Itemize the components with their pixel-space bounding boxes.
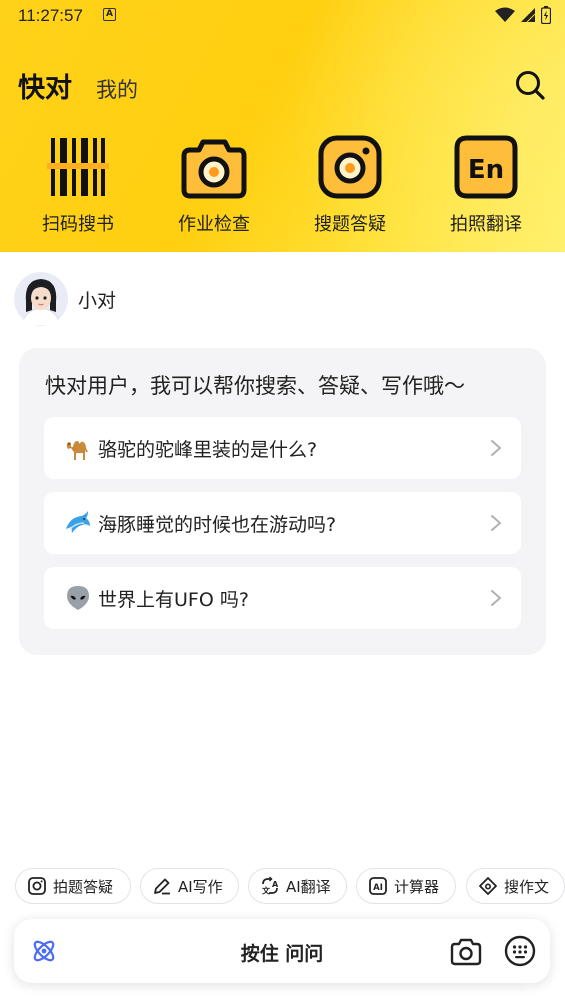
chip-ai-translate[interactable]: 文A AI翻译 — [248, 868, 347, 904]
chevron-right-icon — [491, 590, 501, 606]
chip-photo-question[interactable]: 拍题答疑 — [15, 868, 131, 904]
page-title[interactable]: 快对 — [18, 66, 72, 105]
chip-search-essay[interactable]: 搜作文 — [466, 868, 565, 904]
avatar[interactable] — [14, 272, 68, 326]
suggested-question[interactable]: 海豚睡觉的时候也在游动吗? — [44, 492, 521, 554]
suggestion-card: 快对用户，我可以帮你搜索、答疑、写作哦～ 骆驼的驼峰里装的是什么? 海豚睡觉的时… — [19, 348, 546, 655]
battery-icon — [541, 6, 551, 24]
greeting-text: 快对用户，我可以帮你搜索、答疑、写作哦～ — [45, 374, 465, 398]
ai-calculator-icon: AI — [369, 877, 387, 895]
voice-input-bar[interactable]: 按住 问问 — [14, 919, 550, 983]
tool-row: 扫码搜书 作业检查 搜题答疑 En 拍照翻译 — [0, 134, 565, 244]
essay-icon — [479, 877, 497, 895]
tool-label: 扫码搜书 — [42, 214, 114, 235]
dolphin-icon — [66, 511, 90, 533]
chip-label: 计算器 — [394, 877, 440, 896]
search-icon[interactable] — [513, 68, 547, 102]
svg-text:A: A — [272, 880, 279, 889]
suggested-question[interactable]: 骆驼的驼峰里装的是什么? — [44, 417, 521, 479]
translate-icon: 文A — [262, 876, 279, 896]
svg-text:文: 文 — [262, 886, 271, 896]
pen-icon — [154, 878, 170, 895]
wifi-icon — [495, 7, 515, 22]
tab-mine[interactable]: 我的 — [96, 74, 138, 104]
chip-label: AI写作 — [178, 877, 223, 896]
svg-text:AI: AI — [373, 883, 383, 893]
status-bar: 11:27:57 A — [0, 0, 565, 32]
alien-icon — [67, 586, 89, 610]
chip-label: AI翻译 — [286, 877, 331, 896]
top-nav: 快对 我的 — [0, 60, 565, 112]
tool-label: 拍照翻译 — [450, 214, 522, 235]
tool-label: 搜题答疑 — [314, 214, 386, 235]
svg-text:En: En — [468, 155, 504, 185]
status-icons — [495, 6, 551, 24]
suggested-question[interactable]: 世界上有UFO 吗? — [44, 567, 521, 629]
chevron-right-icon — [491, 440, 501, 456]
tool-label: 作业检查 — [178, 214, 250, 235]
tool-search-question[interactable]: 搜题答疑 — [290, 134, 410, 236]
chip-ai-writing[interactable]: AI写作 — [140, 868, 239, 904]
chip-calculator[interactable]: AI 计算器 — [356, 868, 456, 904]
question-text: 骆驼的驼峰里装的是什么? — [98, 438, 318, 461]
assistant-name: 小对 — [78, 289, 117, 312]
chip-label: 拍题答疑 — [53, 877, 114, 896]
camera-icon — [28, 877, 46, 895]
header: 11:27:57 A 快对 我的 扫码搜书 作业检查 搜题答疑 En 拍照翻译 — [0, 0, 565, 252]
camera-icon — [181, 139, 247, 199]
camera-icon[interactable] — [450, 936, 482, 966]
question-text: 海豚睡觉的时候也在游动吗? — [98, 513, 337, 536]
notification-badge: A — [103, 8, 116, 21]
barcode-icon — [47, 138, 109, 196]
chevron-right-icon — [491, 515, 501, 531]
tool-photo-translate[interactable]: En 拍照翻译 — [426, 134, 546, 236]
status-time: 11:27:57 — [18, 6, 83, 25]
tool-homework-check[interactable]: 作业检查 — [154, 134, 274, 236]
question-text: 世界上有UFO 吗? — [98, 588, 249, 611]
en-translate-icon: En — [454, 135, 518, 199]
camel-icon — [66, 441, 88, 460]
tool-scan-book[interactable]: 扫码搜书 — [18, 134, 138, 236]
chip-label: 搜作文 — [504, 877, 550, 896]
instagram-camera-icon — [318, 135, 382, 199]
assistant-header: 小对 — [14, 270, 116, 328]
quick-action-chips: 拍题答疑 AI写作 文A AI翻译 AI 计算器 搜作文 — [15, 868, 565, 904]
signal-icon — [521, 8, 535, 23]
keyboard-icon[interactable] — [504, 935, 536, 967]
